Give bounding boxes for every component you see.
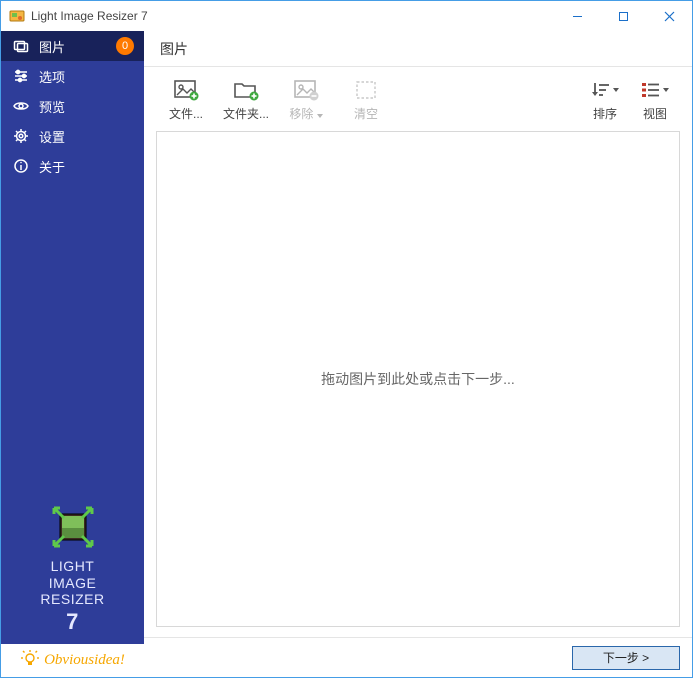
view-list-icon	[641, 79, 661, 101]
drop-area[interactable]: 拖动图片到此处或点击下一步...	[156, 131, 680, 627]
clear-icon	[353, 79, 379, 101]
sidebar-item-label: 图片	[39, 37, 106, 56]
sort-icon	[591, 79, 611, 101]
sidebar-item-label: 关于	[39, 157, 134, 176]
footer: 下一步 >	[144, 637, 692, 677]
close-button[interactable]	[646, 1, 692, 31]
image-add-icon	[173, 79, 199, 101]
logo-text-2: IMAGE	[40, 575, 104, 591]
tool-label: 排序	[593, 105, 617, 122]
sidebar-item-options[interactable]: 选项	[1, 61, 144, 91]
chevron-down-icon	[663, 88, 669, 92]
chevron-down-icon	[613, 88, 619, 92]
images-count-badge: 0	[116, 37, 134, 55]
toolbar: 文件... 文件夹... 移除 清空	[144, 67, 692, 131]
image-remove-icon	[293, 79, 319, 101]
view-button[interactable]: 视图	[630, 79, 680, 122]
next-button[interactable]: 下一步 >	[572, 646, 680, 670]
logo-version: 7	[40, 609, 104, 634]
gear-icon	[13, 128, 29, 144]
sidebar-item-label: 设置	[39, 127, 134, 146]
sidebar-item-label: 预览	[39, 97, 134, 116]
window-title: Light Image Resizer 7	[31, 9, 554, 23]
product-logo: LIGHT IMAGE RESIZER 7	[1, 494, 144, 644]
logo-icon	[48, 502, 98, 552]
main-panel: 图片 文件... 文件夹... 移除	[144, 31, 692, 677]
folder-add-icon	[233, 79, 259, 101]
maximize-button[interactable]	[600, 1, 646, 31]
titlebar: Light Image Resizer 7	[0, 0, 693, 31]
tool-label: 文件夹...	[223, 105, 269, 122]
sidebar-item-images[interactable]: 图片 0	[1, 31, 144, 61]
page-title: 图片	[144, 31, 692, 67]
images-icon	[13, 38, 29, 54]
chevron-down-icon	[317, 114, 323, 118]
next-button-label: 下一步 >	[603, 649, 649, 666]
bulb-icon	[20, 649, 40, 672]
sidebar-item-preview[interactable]: 预览	[1, 91, 144, 121]
minimize-button[interactable]	[554, 1, 600, 31]
brand-text: Obviousidea!	[44, 652, 125, 669]
eye-icon	[13, 98, 29, 114]
add-folder-button[interactable]: 文件夹...	[216, 79, 276, 122]
window-controls	[554, 1, 692, 31]
clear-button: 清空	[336, 79, 396, 122]
sliders-icon	[13, 68, 29, 84]
tool-label: 移除	[289, 107, 313, 121]
tool-label: 视图	[643, 105, 667, 122]
sort-button[interactable]: 排序	[580, 79, 630, 122]
add-files-button[interactable]: 文件...	[156, 79, 216, 122]
sidebar: 图片 0 选项 预览 设置 关于	[1, 31, 144, 677]
brand-footer[interactable]: Obviousidea!	[1, 644, 144, 677]
logo-text-3: RESIZER	[40, 591, 104, 607]
sidebar-item-about[interactable]: 关于	[1, 151, 144, 181]
sidebar-item-settings[interactable]: 设置	[1, 121, 144, 151]
info-icon	[13, 158, 29, 174]
sidebar-item-label: 选项	[39, 67, 134, 86]
app-icon	[9, 8, 25, 24]
remove-button: 移除	[276, 79, 336, 122]
tool-label: 文件...	[169, 105, 203, 122]
drop-hint-text: 拖动图片到此处或点击下一步...	[321, 369, 515, 389]
logo-text-1: LIGHT	[40, 558, 104, 574]
tool-label: 清空	[354, 105, 378, 122]
